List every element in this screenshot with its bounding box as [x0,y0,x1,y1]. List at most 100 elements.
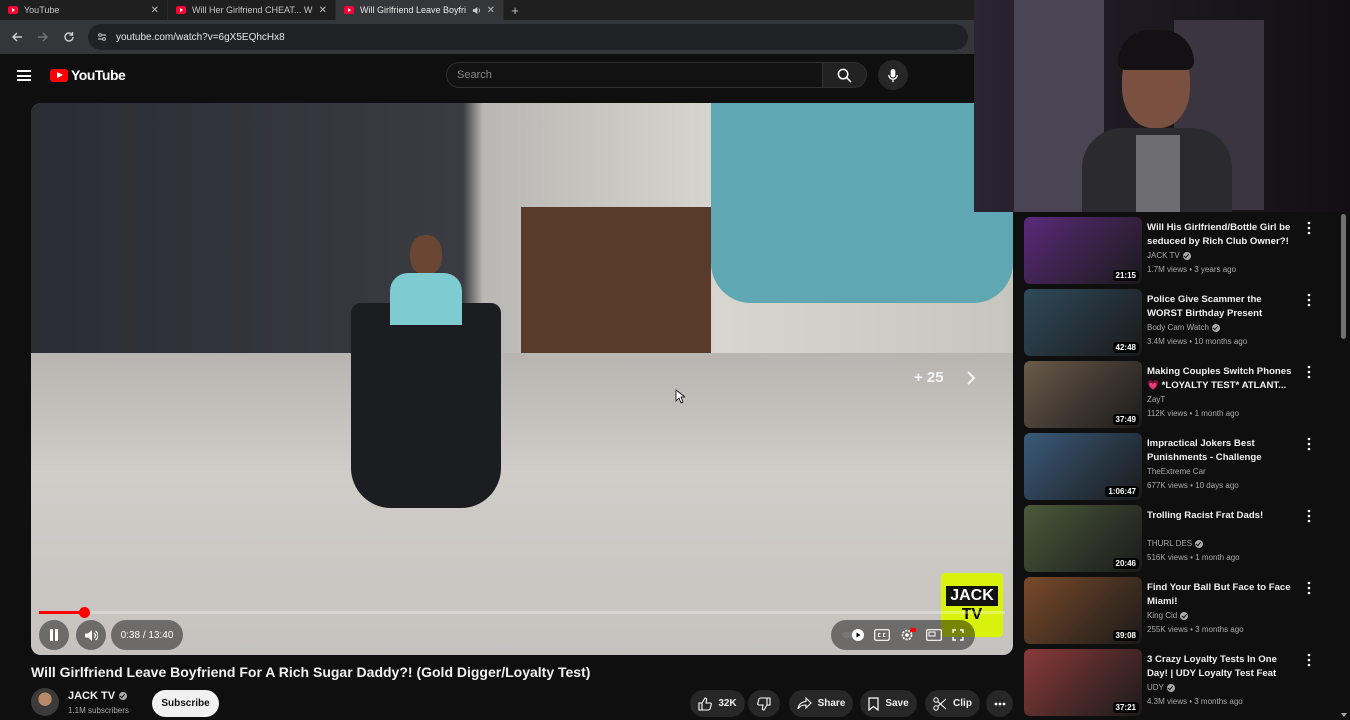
settings-gear-icon[interactable] [900,628,916,642]
webcam-overlay [974,0,1350,212]
skip-forward-overlay[interactable]: + 25 [914,369,976,386]
recommendation-item[interactable]: 20:46 Trolling Racist Frat Dads! THURL D… [1024,505,1344,573]
mute-button[interactable] [76,620,106,650]
channel-text: THURL DES [1147,539,1193,548]
verified-badge-icon [1182,251,1191,260]
tab-close-icon[interactable]: ✕ [151,5,159,16]
thumbs-down-icon [757,696,771,711]
browser-tab-girlfriend-cheat[interactable]: Will Her Girlfriend CHEAT... Wit ✕ [168,0,336,20]
recommendation-title[interactable]: Trolling Racist Frat Dads! [1147,509,1293,523]
recommendation-item[interactable]: 37:21 3 Crazy Loyalty Tests In One Day! … [1024,649,1344,717]
captions-icon[interactable] [874,629,890,641]
new-tab-button[interactable]: + [504,3,526,18]
recommendation-item[interactable]: 39:08 Find Your Ball But Face to Face Mi… [1024,577,1344,645]
play-pause-button[interactable] [39,620,69,650]
more-vertical-icon[interactable] [1304,653,1314,667]
recommendation-channel[interactable]: ZayT [1147,395,1165,404]
address-bar[interactable]: youtube.com/watch?v=6gX5EQhcHx8 [88,24,968,50]
forward-button[interactable] [32,26,54,48]
recommendation-thumbnail[interactable]: 39:08 [1024,577,1142,644]
duration-badge: 37:21 [1112,702,1139,713]
browser-tab-youtube[interactable]: YouTube ✕ [0,0,168,20]
more-horizontal-icon [994,702,1005,705]
progress-played [39,611,84,614]
back-button[interactable] [6,26,28,48]
recommendation-item[interactable]: 21:15 Will His Girlfriend/Bottle Girl be… [1024,217,1344,285]
progress-bar[interactable] [39,607,1005,618]
tab-close-icon[interactable]: ✕ [487,5,495,16]
recommendation-thumbnail[interactable]: 37:49 [1024,361,1142,428]
skip-label: + 25 [914,369,944,386]
channel-name[interactable]: JACK TV [68,690,128,702]
more-vertical-icon[interactable] [1304,581,1314,595]
scrollbar-thumb[interactable] [1341,214,1346,339]
like-button[interactable]: 32K [690,690,745,717]
youtube-logo[interactable]: YouTube [50,67,126,83]
recommendation-channel[interactable]: King Cid [1147,611,1189,620]
clip-button[interactable]: Clip [925,690,980,717]
channel-text: TheExtreme Car [1147,467,1206,476]
subscribe-button[interactable]: Subscribe [152,690,219,717]
channel-avatar[interactable] [31,688,59,716]
more-vertical-icon[interactable] [1304,437,1314,451]
recommendation-thumbnail[interactable]: 20:46 [1024,505,1142,572]
recommendation-item[interactable]: 1:06:47 Impractical Jokers Best Punishme… [1024,433,1344,501]
more-vertical-icon[interactable] [1304,509,1314,523]
reload-button[interactable] [58,26,80,48]
recommendation-thumbnail[interactable]: 21:15 [1024,217,1142,284]
time-text: 0:38 / 13:40 [120,629,174,641]
video-player[interactable]: + 25 JACK TV 0:38 / 13:40 [31,103,1013,655]
save-button[interactable]: Save [860,690,917,717]
dislike-button[interactable] [748,690,780,717]
tab-label: YouTube [24,5,60,15]
share-label: Share [817,698,846,709]
duration-badge: 39:08 [1112,630,1139,641]
recommendation-meta: 516K views • 1 month ago [1147,553,1240,562]
progress-scrubber[interactable] [78,607,90,618]
scroll-down-arrow-icon[interactable] [1340,712,1348,718]
recommendation-channel[interactable]: THURL DES [1147,539,1204,548]
more-actions-button[interactable] [986,690,1013,717]
more-vertical-icon[interactable] [1304,293,1314,307]
recommendation-title[interactable]: 3 Crazy Loyalty Tests In One Day! | UDY … [1147,653,1293,680]
recommendation-title[interactable]: Making Couples Switch Phones 💗 *LOYALTY … [1147,365,1293,392]
recommendation-thumbnail[interactable]: 37:21 [1024,649,1142,716]
voice-search-button[interactable] [878,60,908,90]
recommendation-item[interactable]: 37:49 Making Couples Switch Phones 💗 *LO… [1024,361,1344,429]
search-input[interactable]: Search [446,62,823,88]
recommendation-thumbnail[interactable]: 42:48 [1024,289,1142,356]
recommendation-title[interactable]: Will His Girlfriend/Bottle Girl be seduc… [1147,221,1293,248]
menu-icon[interactable] [17,70,31,81]
recommendation-title[interactable]: Impractical Jokers Best Punishments - Ch… [1147,437,1293,464]
youtube-favicon-icon [8,6,18,14]
recommendation-item[interactable]: 42:48 Police Give Scammer the WORST Birt… [1024,289,1344,357]
verified-badge-icon [1166,683,1175,692]
youtube-favicon-icon [344,6,354,14]
recommendation-title[interactable]: Find Your Ball But Face to Face Miami! [1147,581,1293,608]
search-button[interactable] [823,62,867,88]
fullscreen-icon[interactable] [952,629,964,641]
tab-close-icon[interactable]: ✕ [319,5,327,16]
site-info-icon[interactable] [96,31,108,43]
recommendation-channel[interactable]: UDY [1147,683,1175,692]
url-text: youtube.com/watch?v=6gX5EQhcHx8 [116,31,285,43]
browser-tab-active[interactable]: Will Girlfriend Leave Boyfrie ✕ [336,0,504,20]
recommendation-thumbnail[interactable]: 1:06:47 [1024,433,1142,500]
share-button[interactable]: Share [789,690,853,717]
speaker-icon[interactable] [472,6,481,15]
more-vertical-icon[interactable] [1304,221,1314,235]
recommendation-title[interactable]: Police Give Scammer the WORST Birthday P… [1147,293,1293,320]
back-arrow-icon [12,32,22,42]
channel-text: Body Cam Watch [1147,323,1209,332]
recommendation-channel[interactable]: Body Cam Watch [1147,323,1220,332]
recommendation-channel[interactable]: JACK TV [1147,251,1191,260]
recommendation-channel[interactable]: TheExtreme Car [1147,467,1206,476]
time-display: 0:38 / 13:40 [111,620,183,650]
more-vertical-icon[interactable] [1304,365,1314,379]
miniplayer-icon[interactable] [926,629,942,641]
duration-badge: 42:48 [1112,342,1139,353]
right-controls [831,620,975,650]
autoplay-toggle-icon[interactable] [842,629,864,641]
watermark-text: JACK [946,586,998,606]
sidebar-scrollbar[interactable] [1340,212,1348,720]
